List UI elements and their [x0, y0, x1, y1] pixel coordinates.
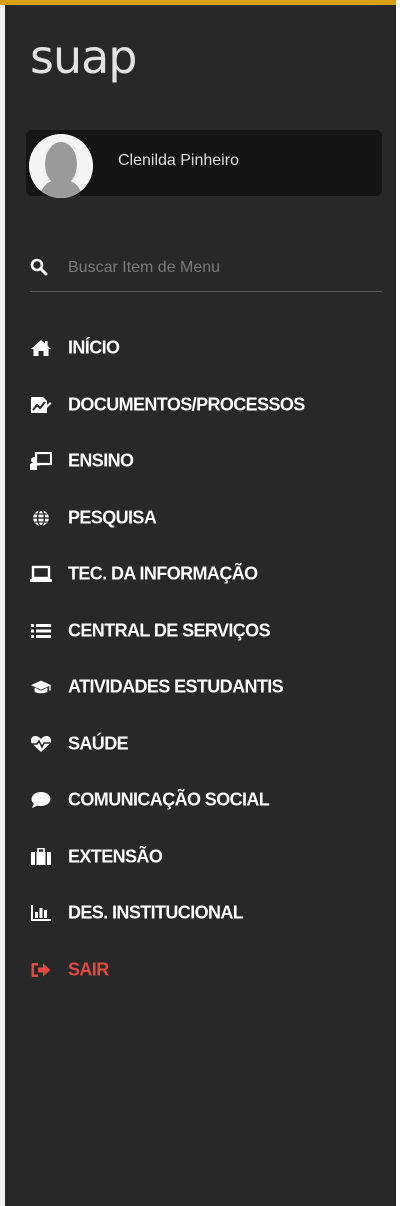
menu-item-comunicacao-social[interactable]: COMUNICAÇÃO SOCIAL: [0, 772, 396, 829]
app-logo[interactable]: suap: [30, 34, 138, 80]
sign-out-icon: [30, 960, 52, 980]
menu-item-documentos-processos[interactable]: DOCUMENTOS/PROCESSOS: [0, 377, 396, 434]
menu-item-inicio[interactable]: INÍCIO: [0, 320, 396, 377]
search-input[interactable]: [68, 254, 368, 282]
menu-search: [30, 252, 382, 292]
menu-item-tec-informacao[interactable]: TEC. DA INFORMAÇÃO: [0, 546, 396, 603]
menu-item-label: INÍCIO: [68, 337, 120, 358]
top-accent-bar: [0, 0, 396, 5]
bar-chart-icon: [30, 903, 52, 923]
avatar[interactable]: [29, 134, 93, 198]
teacher-board-icon: [30, 451, 52, 471]
menu-item-des-institucional[interactable]: DES. INSTITUCIONAL: [0, 885, 396, 942]
menu-item-label: SAÚDE: [68, 733, 129, 754]
user-silhouette-icon: [29, 134, 93, 198]
menu-item-label: DOCUMENTOS/PROCESSOS: [68, 394, 305, 415]
menu-item-pesquisa[interactable]: PESQUISA: [0, 490, 396, 547]
suitcase-icon: [30, 847, 52, 867]
menu-item-ensino[interactable]: ENSINO: [0, 433, 396, 490]
sidebar-right-edge: [396, 0, 402, 1206]
menu-item-atividades-estudantis[interactable]: ATIVIDADES ESTUDANTIS: [0, 659, 396, 716]
comment-icon: [30, 790, 52, 810]
menu-item-sair[interactable]: SAIR: [0, 942, 396, 999]
menu-item-label: CENTRAL DE SERVIÇOS: [68, 620, 271, 641]
menu-item-extensao[interactable]: EXTENSÃO: [0, 829, 396, 886]
home-icon: [30, 338, 52, 358]
globe-icon: [30, 508, 52, 528]
menu-item-label: EXTENSÃO: [68, 846, 163, 867]
menu-item-label: TEC. DA INFORMAÇÃO: [68, 563, 258, 584]
menu-item-saude[interactable]: SAÚDE: [0, 716, 396, 773]
menu-item-label: ATIVIDADES ESTUDANTIS: [68, 676, 284, 697]
graduation-cap-icon: [30, 677, 52, 697]
list-icon: [30, 621, 52, 641]
user-name[interactable]: Clenilda Pinheiro: [118, 152, 239, 170]
menu-item-label: SAIR: [68, 959, 109, 980]
document-chart-icon: [30, 395, 52, 415]
menu-item-label: DES. INSTITUCIONAL: [68, 902, 244, 923]
menu-item-central-servicos[interactable]: CENTRAL DE SERVIÇOS: [0, 603, 396, 660]
user-card[interactable]: Clenilda Pinheiro: [26, 130, 382, 198]
laptop-icon: [30, 564, 52, 584]
menu-item-label: PESQUISA: [68, 507, 157, 528]
main-menu: INÍCIO DOCUMENTOS/PROCESSOS ENSINO PESQU…: [0, 320, 396, 998]
menu-item-label: ENSINO: [68, 450, 134, 471]
heartbeat-icon: [30, 734, 52, 754]
search-icon: [30, 258, 50, 278]
sidebar: suap Clenilda Pinheiro Buscar Item de Me…: [0, 0, 402, 1206]
menu-item-label: COMUNICAÇÃO SOCIAL: [68, 789, 270, 810]
